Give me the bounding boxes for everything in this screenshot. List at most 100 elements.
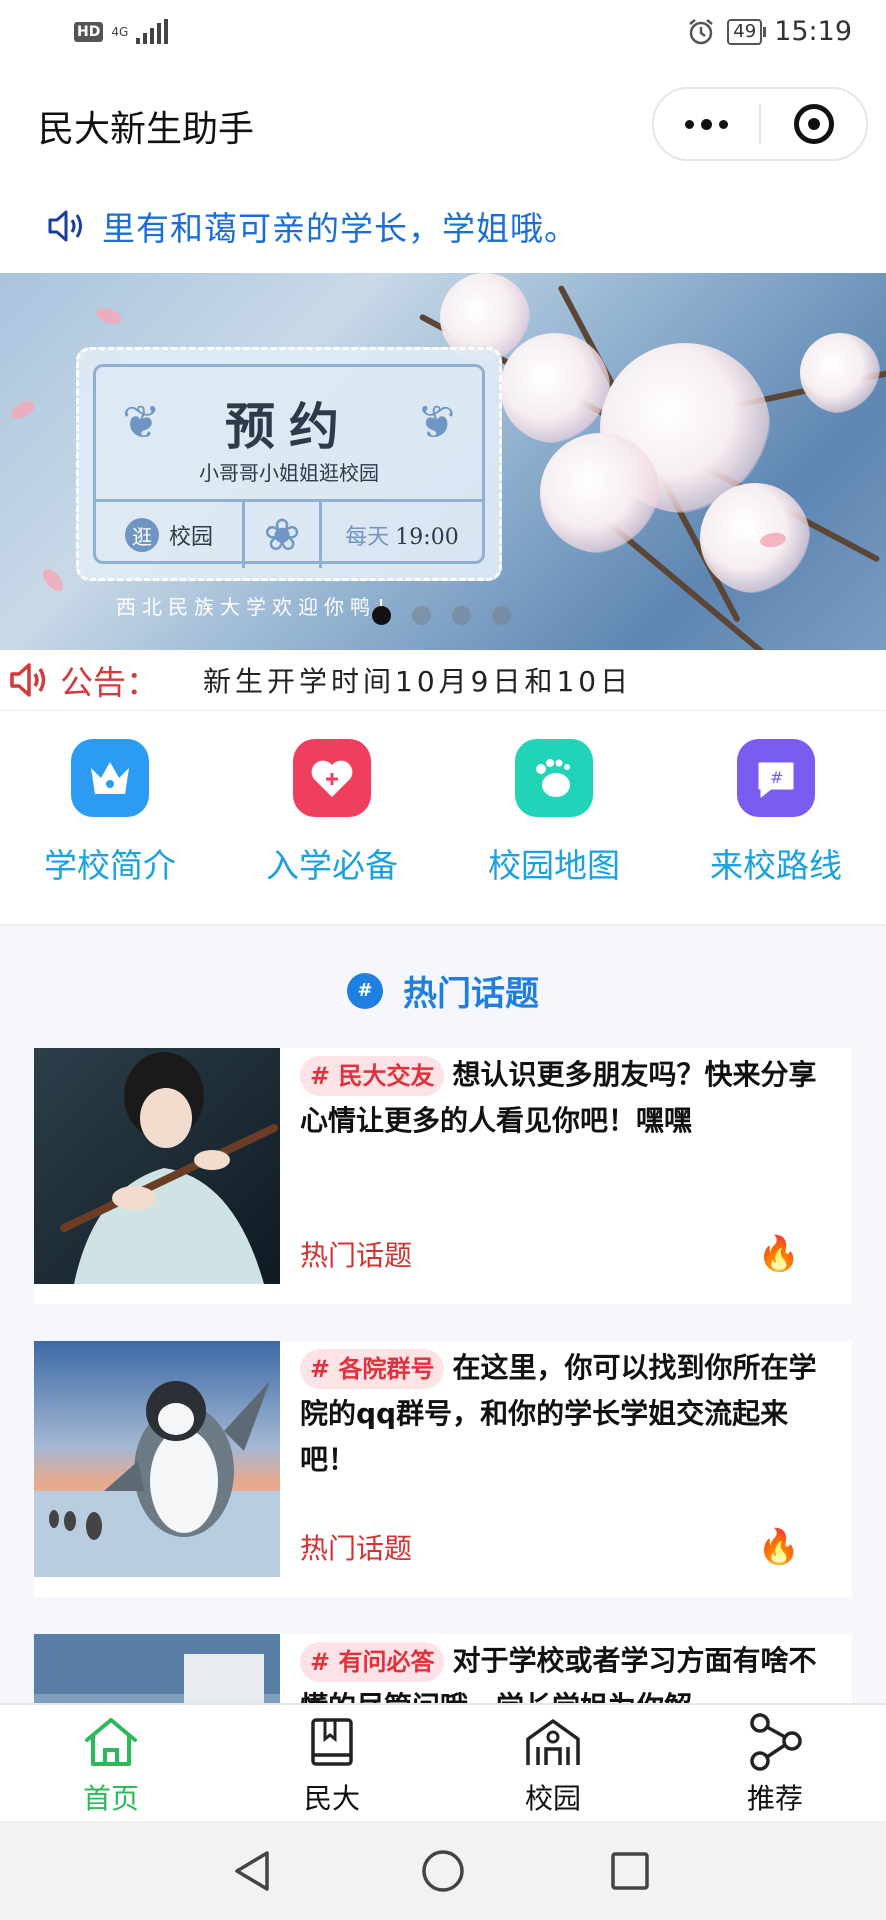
banner-caption: 西北民族大学欢迎你鸭！	[116, 595, 402, 619]
topic-image	[34, 1048, 280, 1284]
blossom	[540, 433, 660, 553]
share-icon	[695, 1713, 855, 1771]
topic-text: # 各院群号 在这里，你可以找到你所在学院的qq群号，和你的学长学姐交流起来吧！	[300, 1345, 820, 1483]
topic-tag[interactable]: # 有问必答	[300, 1642, 445, 1682]
back-button[interactable]	[222, 1845, 282, 1897]
quick-nav-label: 来校路线	[710, 846, 842, 885]
signal-icon	[136, 19, 169, 44]
hot-topics-title: 热门话题	[403, 974, 539, 1014]
more-icon-dot	[719, 119, 728, 129]
crown-icon	[71, 739, 149, 817]
topic-body: # 民大交友 想认识更多朋友吗？快来分享心情让更多的人看见你吧！嘿嘿	[300, 1052, 820, 1144]
mini-program-capsule	[652, 87, 868, 161]
ticket-time-text: 每天 19:00	[345, 519, 458, 551]
topic-category: 热门话题	[300, 1239, 413, 1272]
girl-playing-flute-photo	[34, 1048, 280, 1284]
penguin-photo	[34, 1341, 280, 1577]
tab-bar: 首页 民大 校园 推荐	[0, 1703, 886, 1823]
ticket-time-value: 19:00	[395, 525, 459, 550]
topic-text: # 有问必答对于学校或者学习方面有啥不懂的尽管问哦，学长学姐为你解	[300, 1638, 820, 1704]
quick-nav: 学校简介 入学必备 校园地图 # 来校路线	[0, 711, 886, 924]
tab-recommend[interactable]: 推荐	[695, 1713, 855, 1817]
battery-icon: 49	[727, 18, 767, 45]
topic-image	[34, 1341, 280, 1577]
alarm-icon	[689, 18, 714, 44]
topic-card[interactable]: # 有问必答对于学校或者学习方面有啥不懂的尽管问哦，学长学姐为你解	[34, 1634, 852, 1704]
quick-nav-label: 入学必备	[266, 846, 398, 885]
quick-nav-item-enrollment-essentials[interactable]: 入学必备	[232, 739, 432, 887]
banner-carousel[interactable]: ❦ ❦ 预约 小哥哥小姐姐逛校园 逛 校园 ❀ 每天 19:00 西北民族大学欢迎…	[0, 273, 886, 650]
hd-badge: HD	[74, 22, 104, 42]
hot-topics-heading: # 热门话题	[0, 966, 886, 1015]
notice-label: 公告：	[60, 663, 159, 702]
home-button[interactable]	[413, 1845, 473, 1897]
ticket-time: 每天 19:00	[319, 502, 482, 568]
quick-nav-item-school-intro[interactable]: 学校简介	[10, 739, 210, 887]
hashtag-icon: #	[347, 972, 383, 1009]
ticket-frame: ❦ ❦ 预约 小哥哥小姐姐逛校园 逛 校园 ❀ 每天 19:00	[93, 364, 485, 568]
carousel-dot[interactable]	[452, 606, 471, 625]
topic-footer: 热门话题 🔥	[300, 1234, 800, 1274]
status-time: 15:19	[774, 16, 852, 47]
speaker-icon	[10, 663, 46, 697]
petal	[39, 565, 67, 595]
target-icon	[793, 104, 834, 144]
school-icon	[473, 1713, 633, 1771]
topic-footer: 热门话题 🔥	[300, 1527, 800, 1567]
footprint-icon	[515, 739, 593, 817]
marquee-text: 里有和蔼可亲的学长，学姐哦。	[102, 209, 578, 248]
notice-label-group: 公告：	[8, 656, 159, 704]
ticket-location: 逛 校园	[96, 502, 242, 568]
tab-label: 首页	[82, 1782, 139, 1815]
home-icon	[31, 1713, 191, 1771]
heart-icon	[293, 739, 371, 817]
tab-label: 民大	[303, 1782, 360, 1815]
reservation-ticket: ❦ ❦ 预约 小哥哥小姐姐逛校园 逛 校园 ❀ 每天 19:00	[76, 347, 502, 581]
more-button[interactable]	[654, 89, 759, 159]
topic-body: # 各院群号 在这里，你可以找到你所在学院的qq群号，和你的学长学姐交流起来吧！	[300, 1345, 820, 1483]
carousel-dot[interactable]	[372, 606, 391, 625]
topic-tag[interactable]: # 民大交友	[300, 1056, 445, 1096]
status-right: 49 15:19	[687, 16, 852, 47]
carousel-dots	[372, 606, 511, 625]
quick-nav-item-campus-map[interactable]: 校园地图	[454, 739, 654, 887]
tab-label: 校园	[524, 1782, 581, 1815]
system-nav-bar	[0, 1821, 886, 1920]
svg-text:#: #	[770, 768, 783, 787]
hot-topics-section: # 热门话题 # 民大交友 想认识更多朋友吗？快来分享心情让更多的人看见你吧！嘿嘿…	[0, 926, 886, 1704]
blossom	[700, 483, 810, 593]
tab-campus[interactable]: 校园	[473, 1713, 633, 1817]
topic-body: # 有问必答对于学校或者学习方面有啥不懂的尽管问哦，学长学姐为你解	[300, 1638, 820, 1704]
notice-bar[interactable]: 公告： 新生开学时间10月9日和10日	[0, 650, 886, 710]
topic-category: 热门话题	[300, 1532, 413, 1565]
quick-nav-item-route[interactable]: # 来校路线	[676, 739, 876, 887]
ticket-title: 预约	[225, 397, 353, 456]
tab-home[interactable]: 首页	[31, 1713, 191, 1817]
notice-text: 新生开学时间10月9日和10日	[203, 665, 633, 698]
ticket-badge: 逛	[124, 518, 159, 552]
tab-minda[interactable]: 民大	[252, 1713, 412, 1817]
petal	[94, 304, 124, 328]
topic-card[interactable]: # 各院群号 在这里，你可以找到你所在学院的qq群号，和你的学长学姐交流起来吧！ …	[34, 1341, 852, 1597]
ticket-time-prefix: 每天	[345, 525, 390, 550]
tab-label: 推荐	[746, 1782, 803, 1815]
flower-icon: ❀	[263, 509, 301, 561]
carousel-dot[interactable]	[412, 606, 431, 625]
recents-button[interactable]	[600, 1845, 660, 1897]
square-icon	[611, 1852, 649, 1890]
ticket-flower: ❀	[242, 502, 319, 568]
close-button[interactable]	[761, 89, 866, 159]
status-left: HD 4G	[74, 19, 169, 44]
petal	[8, 397, 38, 423]
circle-icon	[422, 1850, 464, 1892]
back-icon	[235, 1851, 269, 1891]
more-icon-dot	[701, 118, 712, 130]
topic-card[interactable]: # 民大交友 想认识更多朋友吗？快来分享心情让更多的人看见你吧！嘿嘿 热门话题 🔥	[34, 1048, 852, 1304]
quick-nav-label: 学校简介	[44, 846, 176, 885]
network-type: 4G	[111, 25, 129, 39]
building-photo	[34, 1634, 280, 1704]
carousel-dot[interactable]	[492, 606, 511, 625]
blossom	[800, 333, 880, 413]
topic-tag[interactable]: # 各院群号	[300, 1349, 445, 1389]
status-bar: HD 4G 49 15:19	[0, 0, 886, 70]
